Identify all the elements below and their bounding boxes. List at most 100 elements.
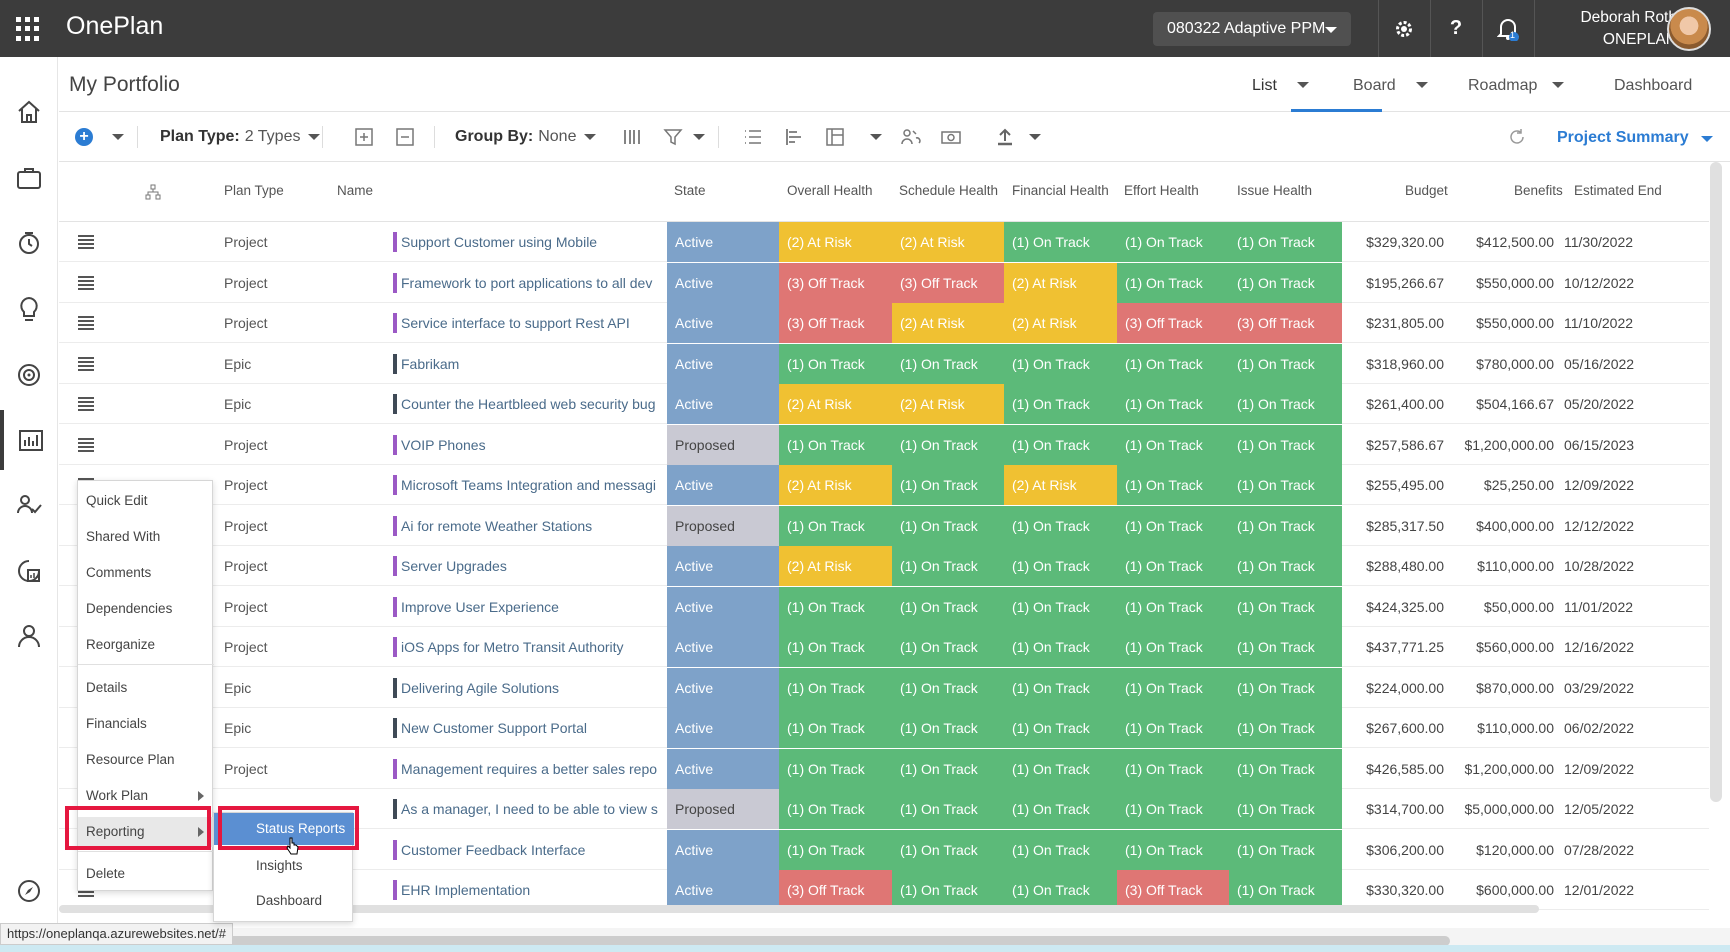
table-row[interactable]: Project Management requires a better sale… bbox=[59, 748, 1709, 789]
chevron-down-icon[interactable] bbox=[1552, 82, 1564, 88]
notifications-button[interactable]: 1 bbox=[1483, 0, 1533, 57]
cell-name-link[interactable]: Fabrikam bbox=[401, 344, 665, 384]
menu-item-quick-edit[interactable]: Quick Edit bbox=[78, 486, 214, 516]
row-menu-icon[interactable] bbox=[78, 316, 94, 330]
hierarchy-icon[interactable] bbox=[145, 184, 161, 200]
layout-icon[interactable] bbox=[824, 126, 846, 148]
col-header-budget[interactable]: Budget bbox=[1405, 183, 1448, 198]
table-row[interactable]: Project iOS Apps for Metro Transit Author… bbox=[59, 627, 1709, 667]
cell-name-link[interactable]: Customer Feedback Interface bbox=[401, 830, 665, 870]
cell-name-link[interactable]: EHR Implementation bbox=[401, 870, 665, 910]
col-header-estimated-end[interactable]: Estimated End bbox=[1574, 183, 1662, 198]
nav-goals[interactable] bbox=[0, 345, 58, 405]
col-header-schedule-health[interactable]: Schedule Health bbox=[899, 183, 998, 198]
people-icon[interactable] bbox=[899, 126, 921, 148]
collapse-all-icon[interactable] bbox=[394, 126, 416, 148]
avatar[interactable] bbox=[1667, 7, 1711, 51]
table-row[interactable]: Project Server Upgrades Active (2) At Risk(… bbox=[59, 546, 1709, 586]
menu-item-financials[interactable]: Financials bbox=[78, 709, 214, 739]
list-icon[interactable] bbox=[742, 126, 764, 148]
menu-item-details[interactable]: Details bbox=[78, 673, 214, 703]
upload-icon[interactable] bbox=[994, 126, 1016, 148]
menu-item-shared-with[interactable]: Shared With bbox=[78, 522, 214, 552]
submenu-item-dashboard[interactable]: Dashboard bbox=[214, 885, 354, 917]
columns-icon[interactable] bbox=[621, 126, 643, 148]
workspace-selector[interactable]: 080322 Adaptive PPM bbox=[1153, 12, 1351, 46]
col-header-plan-type[interactable]: Plan Type bbox=[224, 183, 284, 198]
chevron-down-icon[interactable] bbox=[1029, 134, 1041, 140]
tab-roadmap[interactable]: Roadmap bbox=[1468, 77, 1537, 95]
table-row[interactable]: Epic Counter the Heartbleed web security … bbox=[59, 384, 1709, 424]
app-brand[interactable]: OnePlan bbox=[66, 12, 163, 41]
row-menu-icon[interactable] bbox=[78, 356, 94, 371]
nav-resources[interactable] bbox=[0, 475, 58, 535]
nav-portfolio[interactable] bbox=[0, 148, 58, 208]
align-icon[interactable] bbox=[783, 126, 805, 148]
col-header-name[interactable]: Name bbox=[337, 183, 373, 198]
table-row[interactable]: Project Improve User Experience Active (1) … bbox=[59, 586, 1709, 627]
col-header-state[interactable]: State bbox=[674, 183, 706, 198]
submenu-item-insights[interactable]: Insights bbox=[214, 850, 354, 882]
cell-name-link[interactable]: Delivering Agile Solutions bbox=[401, 668, 665, 708]
app-launcher-icon[interactable] bbox=[16, 17, 40, 41]
chevron-down-icon[interactable] bbox=[112, 134, 124, 140]
row-menu-icon[interactable] bbox=[78, 275, 94, 290]
view-selector[interactable]: Project Summary bbox=[1557, 129, 1714, 147]
tab-board[interactable]: Board bbox=[1353, 77, 1396, 95]
cell-name-link[interactable]: Improve User Experience bbox=[401, 587, 665, 627]
nav-compass[interactable] bbox=[0, 861, 58, 921]
nav-analytics[interactable] bbox=[0, 541, 58, 601]
chevron-down-icon[interactable] bbox=[870, 134, 882, 140]
table-row[interactable]: Epic Delivering Agile Solutions Active (1) … bbox=[59, 667, 1709, 708]
nav-home[interactable] bbox=[0, 82, 58, 142]
nav-ideas[interactable] bbox=[0, 279, 58, 339]
cell-name-link[interactable]: iOS Apps for Metro Transit Authority bbox=[401, 627, 665, 667]
cell-name-link[interactable]: New Customer Support Portal bbox=[401, 708, 665, 748]
row-menu-icon[interactable] bbox=[78, 235, 94, 249]
table-row[interactable]: Project VOIP Phones Proposed (1) On Track (1… bbox=[59, 424, 1709, 465]
col-header-financial-health[interactable]: Financial Health bbox=[1012, 183, 1109, 198]
cell-name-link[interactable]: Framework to port applications to all de… bbox=[401, 263, 665, 303]
cell-name-link[interactable]: Ai for remote Weather Stations bbox=[401, 506, 665, 546]
help-button[interactable]: ? bbox=[1431, 0, 1481, 57]
tab-list[interactable]: List bbox=[1252, 77, 1277, 95]
tab-dashboard[interactable]: Dashboard bbox=[1614, 77, 1692, 95]
menu-item-delete[interactable]: Delete bbox=[78, 859, 214, 889]
menu-item-dependencies[interactable]: Dependencies bbox=[78, 594, 214, 624]
plan-type-filter[interactable]: Plan Type: 2 Types bbox=[160, 124, 321, 150]
nav-reports[interactable] bbox=[0, 410, 58, 470]
table-row[interactable]: Epic New Customer Support Portal Active (1)… bbox=[59, 708, 1709, 748]
cell-name-link[interactable]: Counter the Heartbleed web security bug bbox=[401, 384, 665, 424]
nav-time[interactable] bbox=[0, 213, 58, 273]
nav-profile[interactable] bbox=[0, 606, 58, 666]
group-by-selector[interactable]: Group By: None bbox=[455, 124, 597, 150]
row-menu-icon[interactable] bbox=[78, 437, 94, 452]
refresh-icon[interactable] bbox=[1506, 126, 1528, 148]
table-row[interactable]: Project Microsoft Teams Integration and m… bbox=[59, 465, 1709, 505]
filter-icon[interactable] bbox=[662, 126, 684, 148]
chevron-down-icon[interactable] bbox=[693, 134, 705, 140]
chevron-down-icon[interactable] bbox=[1297, 82, 1309, 88]
menu-item-comments[interactable]: Comments bbox=[78, 558, 214, 588]
vertical-scrollbar[interactable] bbox=[1710, 162, 1722, 802]
row-menu-icon[interactable] bbox=[78, 397, 94, 411]
cell-name-link[interactable]: Management requires a better sales repo bbox=[401, 749, 665, 789]
chevron-down-icon[interactable] bbox=[1416, 82, 1428, 88]
col-header-effort-health[interactable]: Effort Health bbox=[1124, 183, 1199, 198]
col-header-overall-health[interactable]: Overall Health bbox=[787, 183, 873, 198]
settings-button[interactable] bbox=[1379, 0, 1429, 57]
table-row[interactable]: Project Ai for remote Weather Stations Pro… bbox=[59, 505, 1709, 546]
cell-name-link[interactable]: As a manager, I need to be able to view … bbox=[401, 789, 665, 829]
cell-name-link[interactable]: Microsoft Teams Integration and messagi bbox=[401, 465, 665, 505]
table-row[interactable]: Project Service interface to support Rest… bbox=[59, 303, 1709, 343]
cell-name-link[interactable]: VOIP Phones bbox=[401, 425, 665, 465]
menu-item-resource-plan[interactable]: Resource Plan bbox=[78, 745, 214, 775]
expand-all-icon[interactable] bbox=[353, 126, 375, 148]
cell-name-link[interactable]: Server Upgrades bbox=[401, 546, 665, 586]
money-icon[interactable] bbox=[940, 126, 962, 148]
cell-name-link[interactable]: Support Customer using Mobile bbox=[401, 222, 665, 262]
table-row[interactable]: Project Support Customer using Mobile Acti… bbox=[59, 222, 1709, 262]
col-header-issue-health[interactable]: Issue Health bbox=[1237, 183, 1312, 198]
cell-name-link[interactable]: Service interface to support Rest API bbox=[401, 303, 665, 343]
add-plan-button[interactable]: + bbox=[75, 128, 93, 146]
